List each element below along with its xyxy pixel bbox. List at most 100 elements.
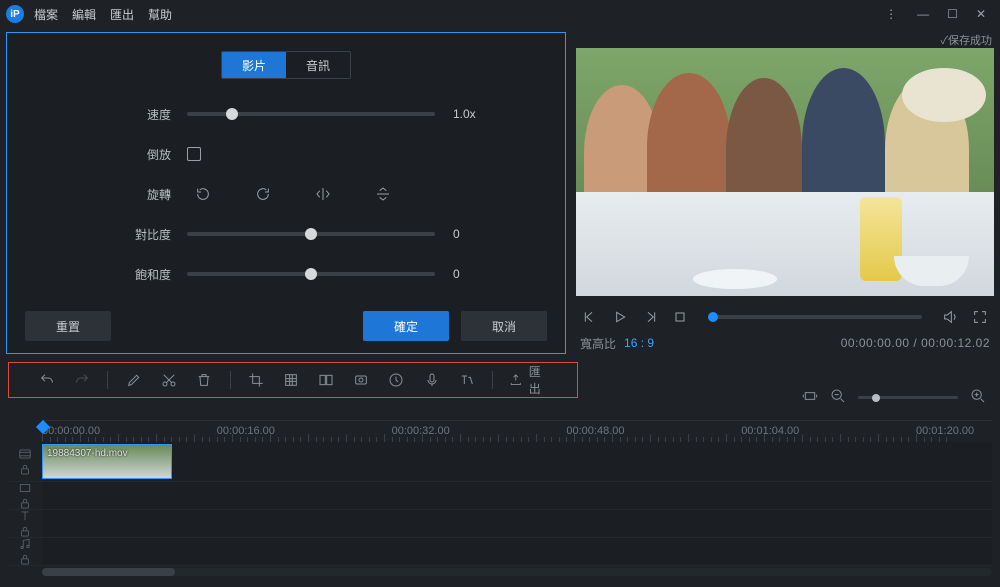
text-track-head[interactable] <box>8 509 42 539</box>
tab-audio[interactable]: 音訊 <box>286 52 350 78</box>
fit-button[interactable] <box>802 388 818 407</box>
video-track-head[interactable] <box>8 447 42 477</box>
split-button[interactable] <box>317 369 336 391</box>
rotate-ccw-icon[interactable] <box>187 182 219 206</box>
ok-button[interactable]: 確定 <box>363 311 449 341</box>
delete-button[interactable] <box>194 369 213 391</box>
separator <box>492 371 493 389</box>
overlay-track <box>8 482 992 510</box>
menu-help[interactable]: 幫助 <box>148 6 172 23</box>
rotate-cw-icon[interactable] <box>247 182 279 206</box>
contrast-label: 對比度 <box>115 226 171 243</box>
row-speed: 速度 1.0x <box>115 101 547 127</box>
reset-button[interactable]: 重置 <box>25 311 111 341</box>
overlay-lane[interactable] <box>42 482 992 509</box>
flip-horizontal-icon[interactable] <box>307 182 339 206</box>
play-button[interactable] <box>610 307 630 327</box>
timeline-scrollbar[interactable] <box>42 568 992 576</box>
timeline: 00:00:00.00 00:00:16.00 00:00:32.00 00:00:4… <box>8 420 992 581</box>
audio-lane[interactable] <box>42 538 992 565</box>
saturation-value: 0 <box>453 267 460 281</box>
contrast-value: 0 <box>453 227 460 241</box>
text-track <box>8 510 992 538</box>
volume-button[interactable] <box>940 307 960 327</box>
audio-track <box>8 538 992 566</box>
fullscreen-button[interactable] <box>970 307 990 327</box>
saturation-slider[interactable] <box>187 272 435 276</box>
duration-button[interactable] <box>387 369 406 391</box>
clip-name: 19884307-hd.mov <box>47 448 128 459</box>
video-lane[interactable]: 19884307-hd.mov <box>42 442 992 481</box>
export-label: 匯出 <box>529 363 549 397</box>
video-clip[interactable]: 19884307-hd.mov <box>42 444 172 479</box>
ruler-mark: 00:00:48.00 <box>566 425 624 437</box>
ruler-mark: 00:00:00.00 <box>42 425 100 437</box>
speed-slider[interactable] <box>187 112 435 116</box>
main-menu: 檔案 編輯 匯出 幫助 <box>34 6 172 23</box>
separator <box>230 371 231 389</box>
stop-button[interactable] <box>670 307 690 327</box>
preview-image <box>576 48 994 296</box>
row-rotate: 旋轉 <box>115 181 547 207</box>
preview-viewport[interactable] <box>576 48 994 296</box>
zoom-out-button[interactable] <box>830 388 846 407</box>
close-button[interactable]: ✕ <box>976 7 986 21</box>
window-controls: ⋮ — ☐ ✕ <box>885 7 994 21</box>
speed-label: 速度 <box>115 106 171 123</box>
contrast-slider[interactable] <box>187 232 435 236</box>
ruler-mark: 00:01:04.00 <box>741 425 799 437</box>
row-reverse: 倒放 <box>115 141 547 167</box>
rotate-label: 旋轉 <box>115 186 171 203</box>
row-saturation: 飽和度 0 <box>115 261 547 287</box>
playback-controls <box>576 302 994 332</box>
tts-button[interactable] <box>457 369 476 391</box>
timeline-toolbar: 匯出 <box>8 362 578 398</box>
voiceover-button[interactable] <box>422 369 441 391</box>
aspect-label: 寬高比 <box>580 335 616 352</box>
cancel-button[interactable]: 取消 <box>461 311 547 341</box>
edit-tool-button[interactable] <box>124 369 143 391</box>
ruler-mark: 00:00:32.00 <box>392 425 450 437</box>
audio-track-head[interactable] <box>8 537 42 567</box>
overlay-track-head[interactable] <box>8 481 42 511</box>
menu-export[interactable]: 匯出 <box>110 6 134 23</box>
menu-edit[interactable]: 編輯 <box>72 6 96 23</box>
row-contrast: 對比度 0 <box>115 221 547 247</box>
panel-tabs: 影片 音訊 <box>221 51 351 79</box>
edit-panel: 影片 音訊 速度 1.0x 倒放 旋轉 <box>6 32 566 354</box>
aspect-value[interactable]: 16 : 9 <box>624 336 654 350</box>
saturation-label: 飽和度 <box>115 266 171 283</box>
more-icon[interactable]: ⋮ <box>885 7 899 21</box>
minimize-button[interactable]: — <box>917 7 929 21</box>
zoom-in-button[interactable] <box>970 388 986 407</box>
zoom-button[interactable] <box>352 369 371 391</box>
reverse-label: 倒放 <box>115 146 171 163</box>
speed-value: 1.0x <box>453 107 476 121</box>
maximize-button[interactable]: ☐ <box>947 7 958 21</box>
reverse-checkbox[interactable] <box>187 147 201 161</box>
undo-button[interactable] <box>37 369 56 391</box>
cut-button[interactable] <box>159 369 178 391</box>
tab-video[interactable]: 影片 <box>222 52 286 78</box>
crop-button[interactable] <box>246 369 265 391</box>
save-status: ✓保存成功 <box>576 32 994 48</box>
prev-frame-button[interactable] <box>580 307 600 327</box>
time-display: 00:00:00.00 / 00:00:12.02 <box>841 336 990 350</box>
preview-column: ✓保存成功 寬高比 16 : 9 00:00:00.00 / 00:00:12.… <box>576 32 994 354</box>
mosaic-button[interactable] <box>282 369 301 391</box>
text-lane[interactable] <box>42 510 992 537</box>
app-logo: iP <box>6 5 24 23</box>
ruler-mark: 00:01:20.00 <box>916 425 974 437</box>
next-frame-button[interactable] <box>640 307 660 327</box>
zoom-slider[interactable] <box>858 396 958 399</box>
separator <box>107 371 108 389</box>
menu-file[interactable]: 檔案 <box>34 6 58 23</box>
redo-button[interactable] <box>72 369 91 391</box>
zoom-controls <box>802 388 986 407</box>
titlebar: iP 檔案 編輯 匯出 幫助 ⋮ — ☐ ✕ <box>0 0 1000 28</box>
time-ruler[interactable]: 00:00:00.00 00:00:16.00 00:00:32.00 00:00:4… <box>42 420 992 442</box>
ruler-mark: 00:00:16.00 <box>217 425 275 437</box>
export-button[interactable]: 匯出 <box>509 363 549 397</box>
playback-slider[interactable] <box>708 315 922 319</box>
flip-vertical-icon[interactable] <box>367 182 399 206</box>
